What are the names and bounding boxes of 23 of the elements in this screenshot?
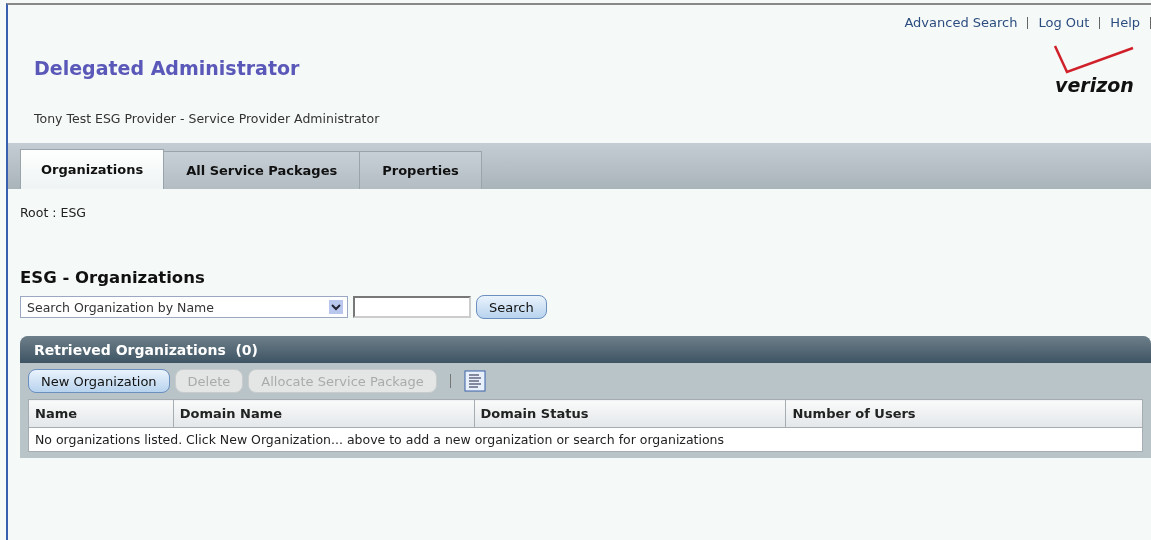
column-header: Domain Status	[474, 399, 786, 428]
toolbar-button[interactable]: New Organization	[28, 369, 170, 393]
logo: verizon	[1045, 42, 1135, 102]
breadcrumb: Root : ESG	[19, 204, 87, 220]
column-header: Name	[28, 399, 174, 428]
document-icon[interactable]	[463, 370, 486, 392]
section-heading: ESG - Organizations	[19, 267, 206, 287]
search-type-dropdown[interactable]: Search Organization by Name	[20, 296, 348, 318]
column-header: Domain Name	[173, 399, 475, 428]
empty-table-message: No organizations listed. Click New Organization... above to add a new organization or search for organizations	[28, 427, 1143, 452]
column-header: Number of Users	[786, 399, 1143, 428]
search-field[interactable]	[353, 296, 471, 318]
header-link[interactable]: Log Out	[1038, 15, 1090, 30]
header-link[interactable]: Advanced Search	[904, 15, 1018, 30]
chevron-down-icon	[329, 300, 343, 314]
panel-title: Retrieved Organizations (0)	[34, 341, 258, 358]
app-title: Delegated Administrator	[34, 57, 301, 79]
nav-tab[interactable]: Properties	[359, 151, 482, 189]
nav-tab[interactable]: Organizations	[20, 149, 165, 189]
header-link[interactable]: Help	[1110, 15, 1140, 30]
nav-tab[interactable]: All Service Packages	[163, 151, 361, 189]
search-button[interactable]: Search	[476, 295, 547, 319]
user-subtitle: Tony Test ESG Provider - Service Provider Administrator	[34, 111, 380, 126]
